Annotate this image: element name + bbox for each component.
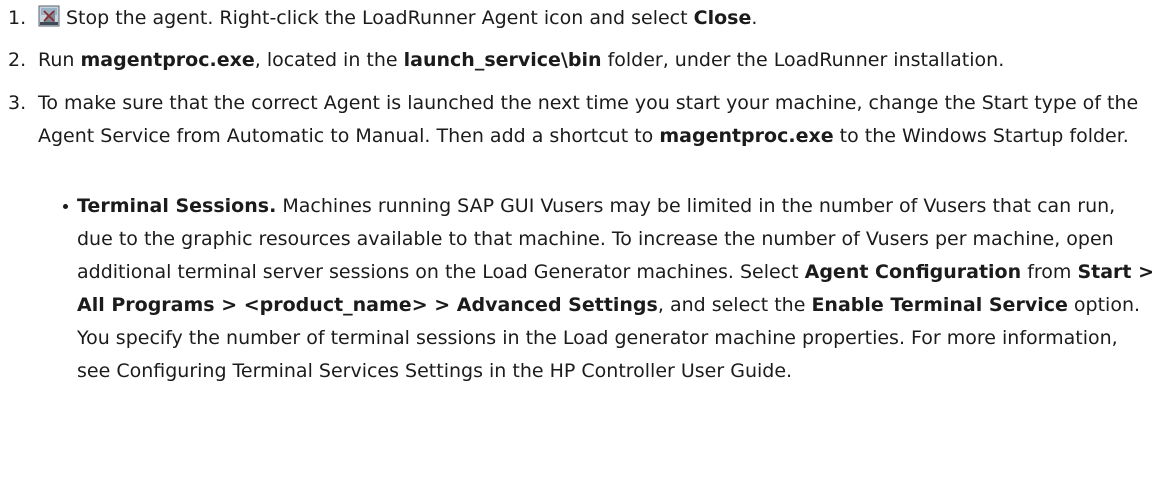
- step-text: Run magentproc.exe, located in the launc…: [38, 49, 1005, 71]
- bullet-text: Terminal Sessions. Machines running SAP …: [77, 195, 1155, 382]
- bullet-icon: [58, 190, 72, 223]
- step-text: Stop the agent. Right-click the LoadRunn…: [38, 2, 1157, 35]
- loadrunner-agent-icon: [38, 5, 60, 27]
- step-text: To make sure that the correct Agent is l…: [38, 92, 1139, 147]
